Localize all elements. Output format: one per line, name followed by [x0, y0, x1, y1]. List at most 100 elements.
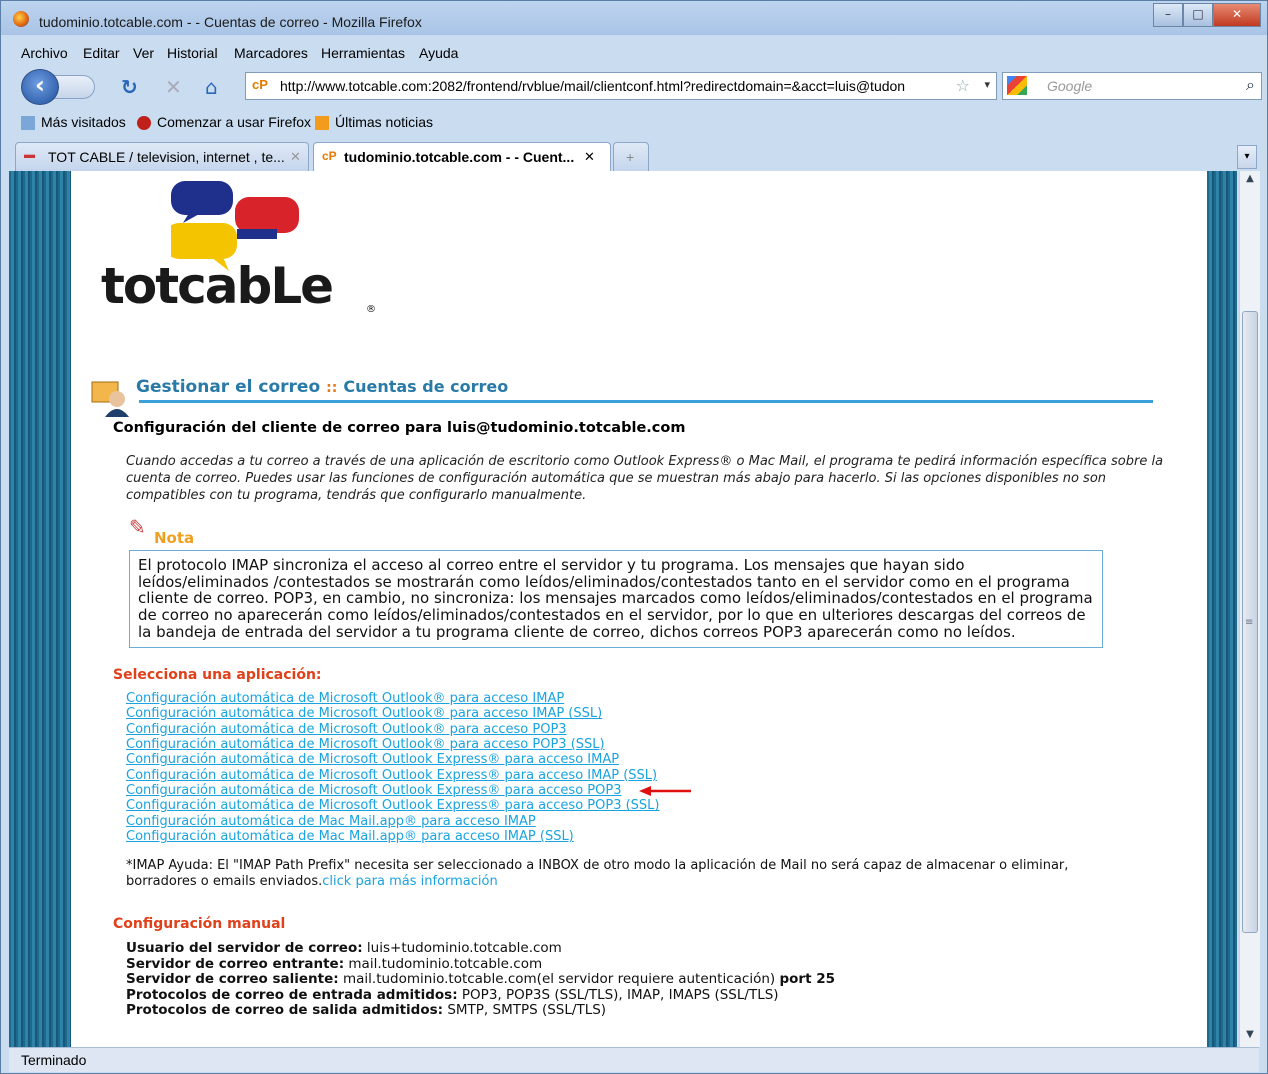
link-outlook-express-pop3[interactable]: Configuración automática de Microsoft Ou…	[126, 783, 660, 798]
menu-bar: Archivo Editar Ver Historial Marcadores …	[9, 41, 1259, 65]
tab-tudominio[interactable]: cP tudominio.totcable.com - - Cuent... ✕	[313, 142, 611, 172]
heading-divider	[139, 400, 1153, 403]
url-bar[interactable]: cP http://www.totcable.com:2082/frontend…	[245, 72, 997, 100]
firefox-bookmark-icon	[137, 116, 151, 131]
note-label: Nota	[154, 529, 195, 547]
incoming-protocols-value: POP3, POP3S (SSL/TLS), IMAP, IMAPS (SSL/…	[457, 986, 779, 1003]
tab-label: tudominio.totcable.com - - Cuent...	[344, 149, 575, 165]
bookmark-folder-icon	[21, 116, 35, 131]
browser-window: tudominio.totcable.com - - Cuentas de co…	[0, 0, 1268, 1074]
right-decor-strip	[1207, 171, 1237, 1047]
tab-favicon-icon: ▬	[24, 149, 35, 161]
outgoing-port: port 25	[779, 971, 836, 987]
outgoing-protocols-value: SMTP, SMTPS (SSL/TLS)	[443, 1002, 607, 1018]
user-value: luis+tudominio.totcable.com	[362, 940, 562, 956]
page-title: Configuración del cliente de correo para…	[113, 420, 686, 436]
imap-help-link[interactable]: click para más información	[322, 874, 497, 889]
scroll-up-icon[interactable]: ▲	[1242, 173, 1258, 189]
menu-historial[interactable]: Historial	[167, 45, 218, 61]
stop-icon[interactable]: ✕	[165, 75, 182, 99]
select-app-heading: Selecciona una aplicación:	[113, 667, 322, 683]
incoming-protocols-label: Protocolos de correo de entrada admitido…	[126, 986, 458, 1003]
search-icon[interactable]: ⌕	[1246, 75, 1255, 95]
breadcrumb-current: Cuentas de correo	[343, 377, 509, 396]
red-arrow-icon	[639, 786, 691, 796]
tab-close-icon[interactable]: ✕	[290, 149, 301, 165]
url-text[interactable]: http://www.totcable.com:2082/frontend/rv…	[280, 78, 920, 94]
google-icon[interactable]	[1007, 76, 1027, 95]
url-dropdown-icon[interactable]: ▾	[984, 78, 990, 91]
window-title: tudominio.totcable.com - - Cuentas de co…	[39, 14, 422, 30]
reload-icon[interactable]: ↻	[121, 75, 138, 99]
search-box[interactable]: Google ⌕	[1002, 72, 1262, 100]
link-outlook-pop3[interactable]: Configuración automática de Microsoft Ou…	[126, 722, 660, 737]
incoming-label: Servidor de correo entrante:	[126, 955, 345, 972]
note-box: El protocolo IMAP sincroniza el acceso a…	[129, 550, 1103, 648]
link-macmail-imap-ssl[interactable]: Configuración automática de Mac Mail.app…	[126, 829, 660, 844]
menu-archivo[interactable]: Archivo	[21, 45, 68, 61]
link-macmail-imap[interactable]: Configuración automática de Mac Mail.app…	[126, 814, 660, 829]
maximize-button[interactable]: □	[1183, 3, 1213, 27]
user-account-icon	[91, 381, 129, 417]
vertical-scrollbar[interactable]: ▲ ≡ ▼	[1239, 171, 1260, 1047]
manual-config-details: Usuario del servidor de correo: luis+tud…	[126, 940, 836, 1019]
menu-marcadores[interactable]: Marcadores	[234, 45, 308, 61]
cpanel-favicon: cP	[252, 77, 268, 92]
minimize-button[interactable]: –	[1153, 3, 1183, 27]
search-input[interactable]: Google	[1047, 78, 1092, 94]
manual-config-heading: Configuración manual	[113, 916, 286, 932]
user-label: Usuario del servidor de correo:	[126, 940, 363, 956]
scroll-down-icon[interactable]: ▼	[1242, 1029, 1258, 1045]
note-pin-icon: ✎	[129, 515, 146, 539]
navigation-bar: ‹ ↻ ✕ ⌂ cP http://www.totcable.com:2082/…	[9, 67, 1262, 105]
close-button[interactable]: ✕	[1213, 3, 1261, 27]
menu-ver[interactable]: Ver	[133, 45, 154, 61]
bookmarks-bar: Más visitados Comenzar a usar Firefox Úl…	[9, 111, 1259, 133]
breadcrumb-main[interactable]: Gestionar el correo	[136, 377, 320, 397]
status-bar: Terminado	[9, 1047, 1259, 1072]
bookmark-mas-visitados[interactable]: Más visitados	[21, 114, 126, 131]
bookmark-star-icon[interactable]: ☆	[956, 76, 970, 95]
totcable-logo: totcabLe ®	[91, 171, 391, 321]
tab-label: TOT CABLE / television, internet , te...	[48, 149, 285, 165]
page-viewport: totcabLe ® Gestionar el correo:: Cuentas …	[9, 171, 1237, 1047]
link-outlook-imap[interactable]: Configuración automática de Microsoft Ou…	[126, 691, 660, 706]
bookmark-ultimas-noticias[interactable]: Últimas noticias	[315, 114, 433, 131]
menu-editar[interactable]: Editar	[83, 45, 120, 61]
link-outlook-imap-ssl[interactable]: Configuración automática de Microsoft Ou…	[126, 706, 660, 721]
intro-text: Cuando accedas a tu correo a través de u…	[126, 454, 1164, 503]
status-text: Terminado	[21, 1052, 87, 1068]
breadcrumb: Gestionar el correo:: Cuentas de correo	[136, 377, 508, 397]
tab-totcable[interactable]: ▬ TOT CABLE / television, internet , te.…	[15, 142, 309, 171]
tab-close-icon[interactable]: ✕	[584, 149, 595, 165]
outgoing-label: Servidor de correo saliente:	[126, 971, 339, 987]
link-outlook-pop3-ssl[interactable]: Configuración automática de Microsoft Ou…	[126, 737, 660, 752]
menu-herramientas[interactable]: Herramientas	[321, 45, 405, 61]
home-icon[interactable]: ⌂	[205, 75, 218, 99]
rss-icon	[315, 116, 329, 131]
scroll-grip-icon: ≡	[1245, 617, 1254, 628]
link-outlook-express-imap-ssl[interactable]: Configuración automática de Microsoft Ou…	[126, 768, 660, 783]
incoming-value: mail.tudominio.totcable.com	[344, 955, 543, 972]
back-button[interactable]: ‹	[21, 69, 59, 105]
imap-help: *IMAP Ayuda: El "IMAP Path Prefix" neces…	[126, 858, 1136, 890]
logo-registered: ®	[366, 304, 376, 315]
menu-ayuda[interactable]: Ayuda	[419, 45, 458, 61]
window-controls: – □ ✕	[1153, 3, 1261, 27]
link-outlook-express-imap[interactable]: Configuración automática de Microsoft Ou…	[126, 752, 660, 767]
link-outlook-express-pop3-ssl[interactable]: Configuración automática de Microsoft Ou…	[126, 798, 660, 813]
bookmark-comenzar[interactable]: Comenzar a usar Firefox	[137, 114, 311, 131]
imap-help-text: *IMAP Ayuda: El "IMAP Path Prefix" neces…	[126, 858, 1069, 889]
outgoing-protocols-label: Protocolos de correo de salida admitidos…	[126, 1002, 444, 1018]
tab-cpanel-icon: cP	[322, 149, 337, 163]
title-bar: tudominio.totcable.com - - Cuentas de co…	[1, 1, 1267, 35]
autoconfig-links: Configuración automática de Microsoft Ou…	[126, 691, 660, 844]
outgoing-value: mail.tudominio.totcable.com(el servidor …	[338, 971, 780, 987]
new-tab-button[interactable]: +	[613, 142, 649, 171]
breadcrumb-separator: ::	[326, 380, 338, 396]
logo-text: totcabLe	[101, 257, 334, 315]
firefox-icon	[13, 11, 29, 27]
left-decor-strip	[9, 171, 71, 1047]
tab-list-icon[interactable]: ▾	[1237, 145, 1257, 169]
tab-strip: ▬ TOT CABLE / television, internet , te.…	[9, 141, 1259, 172]
